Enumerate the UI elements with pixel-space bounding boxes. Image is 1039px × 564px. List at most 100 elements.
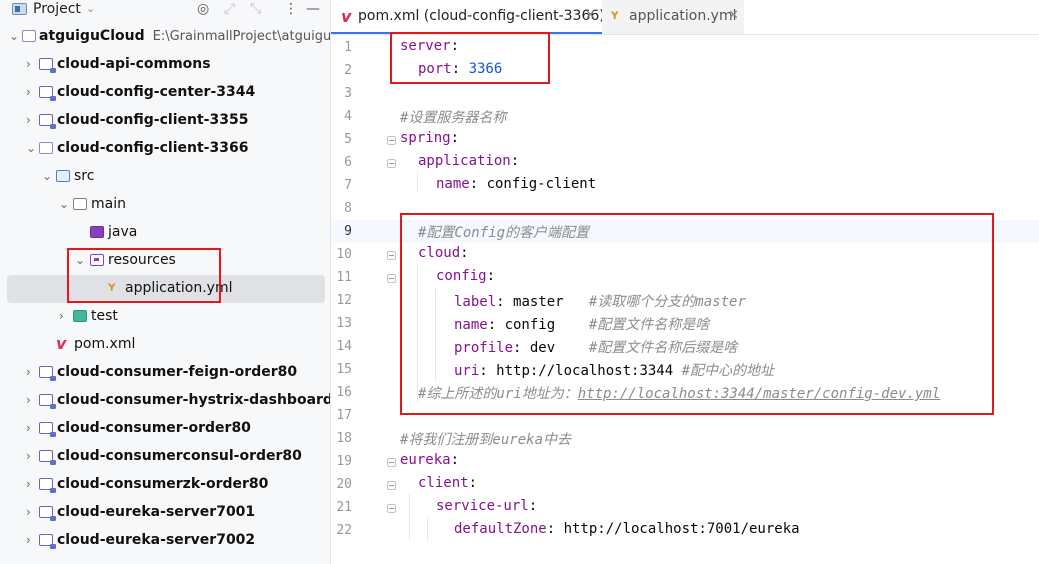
tab-pom-xml[interactable]: v pom.xml (cloud-config-client-3366) ✕ — [331, 0, 605, 34]
code-line[interactable]: client: — [400, 475, 477, 491]
tab-label: application.yml — [629, 8, 737, 24]
tree-module-row[interactable]: › cloud-config-client-3355 — [0, 107, 330, 135]
tree-module-row[interactable]: › cloud-consumer-order80 — [0, 415, 330, 443]
yaml-key: spring — [400, 130, 451, 146]
chevron-right-icon[interactable]: › — [26, 85, 31, 99]
yaml-key: name — [436, 176, 470, 192]
tree-module-row[interactable]: › cloud-config-center-3344 — [0, 79, 330, 107]
fold-toggle-icon[interactable] — [387, 504, 396, 513]
module-icon — [39, 394, 56, 409]
module-icon — [39, 478, 56, 493]
chevron-right-icon[interactable]: › — [59, 309, 64, 323]
line-number: 6 — [344, 155, 352, 170]
chevron-right-icon[interactable]: › — [26, 113, 31, 127]
line-number: 12 — [336, 293, 352, 308]
tab-label: pom.xml (cloud-config-client-3366) — [358, 8, 605, 24]
tree-module-row[interactable]: › cloud-consumerconsul-order80 — [0, 443, 330, 471]
line-number: 18 — [336, 431, 352, 446]
tree-root-row[interactable]: ⌄ atguiguCloud E:\GrainmallProject\atguig… — [0, 23, 330, 51]
code-line[interactable]: defaultZone: http://localhost:7001/eurek… — [400, 521, 800, 537]
code-text: : — [468, 475, 478, 491]
chevron-right-icon[interactable]: › — [26, 421, 31, 435]
code-line[interactable]: #设置服务器名称 — [400, 107, 506, 127]
chevron-right-icon[interactable]: › — [26, 57, 31, 71]
tree-module-row[interactable]: › cloud-consumer-hystrix-dashboard9001 — [0, 387, 330, 415]
collapse-all-icon[interactable]: ⤡ — [250, 1, 261, 17]
annotation-highlight-box — [390, 32, 550, 84]
close-icon[interactable]: ✕ — [585, 8, 596, 23]
root-name: atguiguCloud — [39, 28, 145, 44]
code-line[interactable]: service-url: — [400, 498, 537, 514]
code-text: : config-client — [469, 176, 597, 192]
code-line[interactable]: name: config-client — [400, 176, 596, 192]
annotation-highlight-box — [67, 248, 221, 303]
options-menu-icon[interactable]: ⋮ — [284, 1, 298, 17]
fold-toggle-icon[interactable] — [387, 481, 396, 490]
chevron-down-icon[interactable]: ⌄ — [59, 197, 69, 211]
project-panel-title[interactable]: Project — [33, 1, 81, 17]
module-icon — [39, 534, 56, 549]
fold-toggle-icon[interactable] — [387, 159, 396, 168]
tree-module-row[interactable]: › cloud-api-commons — [0, 51, 330, 79]
java-folder-icon — [90, 226, 104, 238]
tree-file-row[interactable]: v pom.xml — [0, 331, 330, 359]
project-view-icon[interactable] — [12, 3, 27, 15]
tree-java-row[interactable]: java — [0, 219, 330, 247]
chevron-down-icon[interactable]: ⌄ — [42, 169, 52, 183]
chevron-right-icon[interactable]: › — [26, 533, 31, 547]
module-label: cloud-consumer-order80 — [57, 420, 251, 436]
tree-main-row[interactable]: ⌄ main — [0, 191, 330, 219]
hide-panel-icon[interactable]: — — [306, 1, 320, 17]
tree-src-row[interactable]: ⌄ src — [0, 163, 330, 191]
chevron-right-icon[interactable]: › — [26, 365, 31, 379]
fold-toggle-icon[interactable] — [387, 136, 396, 145]
chevron-right-icon[interactable]: › — [26, 477, 31, 491]
line-number: 16 — [336, 385, 352, 400]
test-folder-icon — [73, 310, 87, 322]
folder-label: test — [91, 308, 118, 324]
code-line[interactable]: spring: — [400, 130, 459, 146]
module-icon — [39, 450, 56, 465]
tree-module-row[interactable]: › cloud-eureka-server7002 — [0, 527, 330, 555]
code-text: : — [510, 153, 520, 169]
module-label: cloud-config-client-3355 — [57, 112, 249, 128]
line-number: 2 — [344, 63, 352, 78]
fold-toggle-icon[interactable] — [387, 458, 396, 467]
close-icon[interactable]: ✕ — [728, 8, 739, 23]
tree-module-row[interactable]: › cloud-consumerzk-order80 — [0, 471, 330, 499]
tree-test-row[interactable]: › test — [0, 303, 330, 331]
code-line[interactable]: eureka: — [400, 452, 459, 468]
module-icon — [39, 422, 56, 437]
yaml-key: eureka — [400, 452, 451, 468]
source-folder-icon — [56, 170, 70, 182]
chevron-right-icon[interactable]: › — [26, 505, 31, 519]
chevron-down-icon[interactable]: ⌄ — [9, 29, 19, 43]
maven-icon: v — [56, 334, 67, 353]
chevron-down-icon[interactable]: ⌄ — [26, 141, 36, 155]
code-line[interactable]: application: — [400, 153, 519, 169]
code-line[interactable]: #将我们注册到eureka中去 — [400, 429, 571, 449]
module-icon — [22, 30, 36, 42]
fold-toggle-icon[interactable] — [387, 251, 396, 260]
fold-toggle-icon[interactable] — [387, 274, 396, 283]
line-number: 20 — [336, 477, 352, 492]
folder-label: java — [108, 224, 138, 240]
locate-icon[interactable]: ◎ — [197, 1, 209, 17]
module-label: cloud-api-commons — [57, 56, 211, 72]
tree-module-row[interactable]: › cloud-eureka-server7001 — [0, 499, 330, 527]
chevron-right-icon[interactable]: › — [26, 393, 31, 407]
tab-application-yml[interactable]: ʏ application.yml ✕ — [602, 0, 744, 34]
chevron-down-icon[interactable]: ⌄ — [86, 2, 95, 15]
module-icon — [39, 86, 56, 101]
module-label: cloud-config-center-3344 — [57, 84, 256, 100]
line-number: 10 — [336, 247, 352, 262]
code-text: : — [528, 498, 538, 514]
tree-module-row[interactable]: › cloud-consumer-feign-order80 — [0, 359, 330, 387]
module-label: cloud-consumerzk-order80 — [57, 476, 269, 492]
chevron-right-icon[interactable]: › — [26, 449, 31, 463]
yaml-file-icon: ʏ — [610, 8, 620, 23]
tree-open-module-row[interactable]: ⌄ cloud-config-client-3366 — [0, 135, 330, 163]
code-text: : — [450, 452, 460, 468]
expand-all-icon[interactable]: ⤢ — [224, 1, 235, 17]
module-label: cloud-eureka-server7002 — [57, 532, 256, 548]
